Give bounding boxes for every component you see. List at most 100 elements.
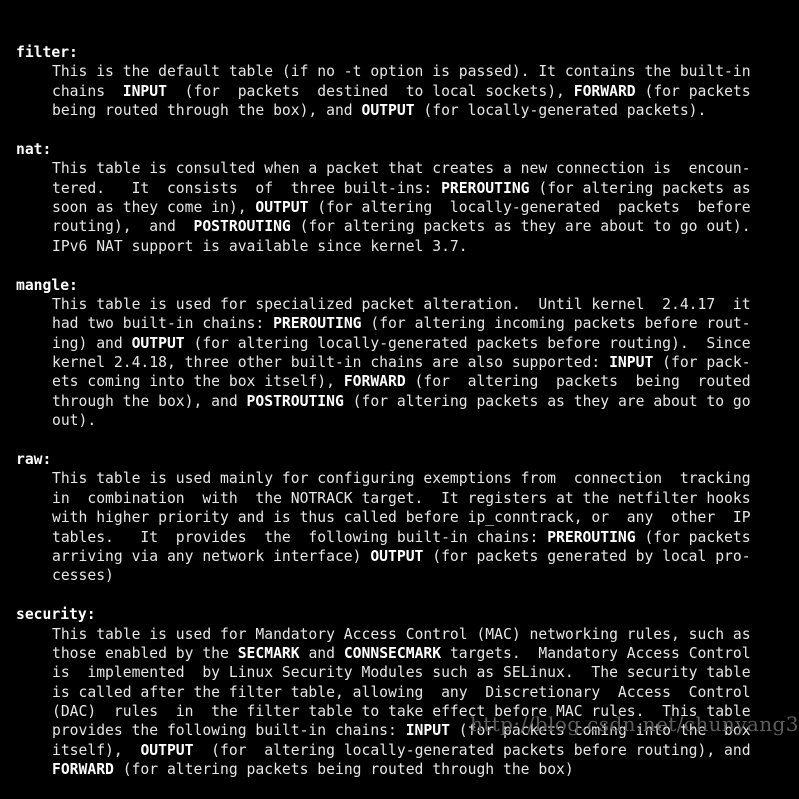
manpage-line: ets coming into the box itself), FORWARD… bbox=[0, 372, 799, 391]
section-heading-security: security: bbox=[0, 605, 799, 624]
chain-name-bold: POSTROUTING bbox=[193, 218, 291, 236]
section-heading-label: raw: bbox=[16, 451, 52, 469]
manpage-line: (DAC) rules in the filter table to take … bbox=[0, 702, 799, 721]
manpage-line: cesses) bbox=[0, 566, 799, 585]
section-heading-label: security: bbox=[16, 606, 96, 624]
manpage-text-run: targets. Mandatory Access Control bbox=[441, 644, 751, 662]
manpage-line: arriving via any network interface) OUTP… bbox=[0, 547, 799, 566]
manpage-line: This table is used for specialized packe… bbox=[0, 295, 799, 314]
manpage-line: is called after the filter table, allowi… bbox=[0, 683, 799, 702]
manpage-text-run: (for altering packets as bbox=[529, 179, 751, 197]
manpage-text-run: cesses) bbox=[52, 567, 114, 585]
manpage-text-run: This table is used for Mandatory Access … bbox=[52, 625, 751, 643]
manpage-text-run: kernel 2.4.18, three other built-in chai… bbox=[52, 354, 610, 372]
manpage-line: through the box), and POSTROUTING (for a… bbox=[0, 392, 799, 411]
chain-name-bold: POSTROUTING bbox=[246, 392, 344, 410]
manpage-text-run: through the box), and bbox=[52, 392, 247, 410]
manpage-line: tered. It consists of three built-ins: P… bbox=[0, 179, 799, 198]
manpage-text-run: soon as they come in), bbox=[52, 198, 256, 216]
section-heading-label: nat: bbox=[16, 140, 52, 158]
chain-name-bold: OUTPUT bbox=[131, 334, 185, 352]
manpage-line: This is the default table (if no -t opti… bbox=[0, 62, 799, 81]
manpage-line: IPv6 NAT support is available since kern… bbox=[0, 237, 799, 256]
manpage-text-run: (for pack- bbox=[653, 354, 751, 372]
manpage-text-run: out). bbox=[52, 412, 97, 430]
chain-name-bold: PREROUTING bbox=[273, 315, 362, 333]
manpage-text-run: and bbox=[299, 644, 344, 662]
manpage-text-run: with higher priority and is thus called … bbox=[52, 509, 751, 527]
manpage-text-run: This table is consulted when a packet th… bbox=[52, 160, 751, 178]
manpage-line: chains INPUT (for packets destined to lo… bbox=[0, 82, 799, 101]
manpage-line: tables. It provides the following built-… bbox=[0, 528, 799, 547]
manpage-text-run: routing), and bbox=[52, 218, 194, 236]
manpage-text-run: arriving via any network interface) bbox=[52, 547, 371, 565]
manpage-line: This table is used for Mandatory Access … bbox=[0, 625, 799, 644]
chain-name-bold: FORWARD bbox=[573, 82, 636, 100]
manpage-text-run: (for altering packets as they are about … bbox=[290, 218, 751, 236]
chain-name-bold: INPUT bbox=[405, 722, 450, 740]
manpage-text-run: (for packets coming into the box bbox=[449, 722, 751, 740]
manpage-line: out). bbox=[0, 411, 799, 430]
manpage-text-run: (for packets bbox=[635, 82, 751, 100]
manpage-line: ing) and OUTPUT (for altering locally-ge… bbox=[0, 334, 799, 353]
manpage-text-run: is called after the filter table, allowi… bbox=[52, 683, 751, 701]
manpage-text-run: chains bbox=[52, 82, 123, 100]
chain-name-bold: OUTPUT bbox=[255, 198, 309, 216]
manpage-line: had two built-in chains: PREROUTING (for… bbox=[0, 314, 799, 333]
chain-name-bold: OUTPUT bbox=[140, 741, 194, 759]
manpage-text-run: IPv6 NAT support is available since kern… bbox=[52, 237, 468, 255]
manpage-text-run: tables. It provides the following built-… bbox=[52, 528, 548, 546]
manpage-text-run: (for altering locally-generated packets … bbox=[308, 198, 751, 216]
manpage-text-run: ing) and bbox=[52, 334, 132, 352]
section-heading-raw: raw: bbox=[0, 450, 799, 469]
manpage-text-run: This table is used for specialized packe… bbox=[52, 295, 751, 313]
chain-name-bold: FORWARD bbox=[343, 373, 406, 391]
manpage-text-run: in combination with the NOTRACK target. … bbox=[52, 489, 751, 507]
chain-name-bold: OUTPUT bbox=[361, 101, 415, 119]
manpage-text-run: is implemented by Linux Security Modules… bbox=[52, 664, 751, 682]
manpage-line: in combination with the NOTRACK target. … bbox=[0, 489, 799, 508]
manpage-text-run: those enabled by the bbox=[52, 644, 238, 662]
manpage-line: being routed through the box), and OUTPU… bbox=[0, 101, 799, 120]
terminal-manpage-view: filter: This is the default table (if no … bbox=[0, 0, 799, 778]
manpage-line: those enabled by the SECMARK and CONNSEC… bbox=[0, 644, 799, 663]
manpage-line: with higher priority and is thus called … bbox=[0, 508, 799, 527]
section-heading-label: mangle: bbox=[16, 276, 78, 294]
manpage-text-run: had two built-in chains: bbox=[52, 315, 274, 333]
chain-name-bold: OUTPUT bbox=[370, 547, 424, 565]
manpage-text-run: itself), bbox=[52, 741, 141, 759]
manpage-line: kernel 2.4.18, three other built-in chai… bbox=[0, 353, 799, 372]
manpage-text-run: being routed through the box), and bbox=[52, 101, 362, 119]
manpage-text-run: (for altering packets as they are about … bbox=[343, 392, 751, 410]
chain-name-bold: FORWARD bbox=[52, 761, 114, 779]
manpage-line: soon as they come in), OUTPUT (for alter… bbox=[0, 198, 799, 217]
chain-name-bold: SECMARK bbox=[237, 644, 300, 662]
manpage-text-run: This is the default table (if no -t opti… bbox=[52, 63, 751, 81]
manpage-text-run: (for altering incoming packets before ro… bbox=[361, 315, 751, 333]
manpage-text-run: (for packets generated by local pro- bbox=[423, 547, 751, 565]
section-heading-filter: filter: bbox=[0, 43, 799, 62]
manpage-text-run: (for altering packets being routed bbox=[405, 373, 751, 391]
manpage-line: This table is used mainly for configurin… bbox=[0, 469, 799, 488]
manpage-text-run: (for packets bbox=[635, 528, 751, 546]
manpage-text-run: (for locally-generated packets). bbox=[414, 101, 707, 119]
manpage-text-run: (for altering locally-generated packets … bbox=[184, 334, 751, 352]
manpage-content: filter: This is the default table (if no … bbox=[0, 43, 799, 780]
manpage-text-run: (for altering locally-generated packets … bbox=[193, 741, 751, 759]
manpage-line: is implemented by Linux Security Modules… bbox=[0, 663, 799, 682]
manpage-line: routing), and POSTROUTING (for altering … bbox=[0, 217, 799, 236]
manpage-text-run: ets coming into the box itself), bbox=[52, 373, 344, 391]
chain-name-bold: INPUT bbox=[122, 82, 167, 100]
manpage-text-run: (DAC) rules in the filter table to take … bbox=[52, 703, 751, 721]
manpage-text-run: (for packets destined to local sockets), bbox=[166, 82, 574, 100]
section-heading-label: filter: bbox=[16, 43, 78, 61]
chain-name-bold: CONNSECMARK bbox=[343, 644, 442, 662]
manpage-text-run: provides the following built-in chains: bbox=[52, 722, 406, 740]
chain-name-bold: PREROUTING bbox=[547, 528, 636, 546]
chain-name-bold: INPUT bbox=[609, 354, 654, 372]
manpage-line: provides the following built-in chains: … bbox=[0, 721, 799, 740]
